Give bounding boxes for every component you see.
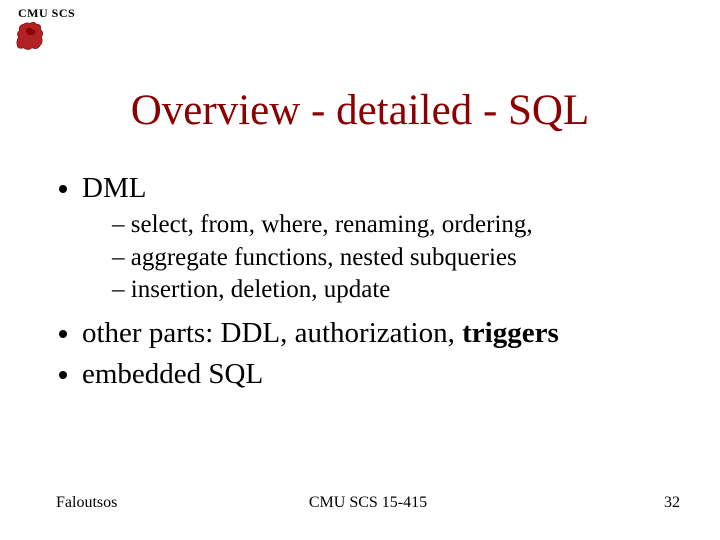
content-area: DML select, from, where, renaming, order… [56,170,680,397]
bullet-dml: DML select, from, where, renaming, order… [82,170,680,307]
sub-bullet: select, from, where, renaming, ordering, [112,209,680,242]
scotty-dog-icon [12,20,48,52]
sub-bullet-list: select, from, where, renaming, ordering,… [82,209,680,307]
slide-number: 32 [664,494,680,512]
header-brand: CMU SCS [18,6,75,21]
footer: Faloutsos CMU SCS 15-415 32 [56,494,680,512]
slide-title: Overview - detailed - SQL [0,86,720,135]
bullet-text-pre: other parts: DDL, authorization, [82,317,462,349]
bullet-text-bold: triggers [462,317,559,349]
bullet-embedded-sql: embedded SQL [82,356,680,393]
bullet-text: DML [82,172,146,204]
bullet-other-parts: other parts: DDL, authorization, trigger… [82,315,680,352]
footer-course: CMU SCS 15-415 [309,494,427,512]
sub-bullet: aggregate functions, nested subqueries [112,242,680,275]
brand-label: CMU SCS [18,6,75,21]
footer-author: Faloutsos [56,494,117,512]
slide: CMU SCS Overview - detailed - SQL DML se… [0,0,720,540]
sub-bullet: insertion, deletion, update [112,274,680,307]
bullet-list: DML select, from, where, renaming, order… [56,170,680,393]
